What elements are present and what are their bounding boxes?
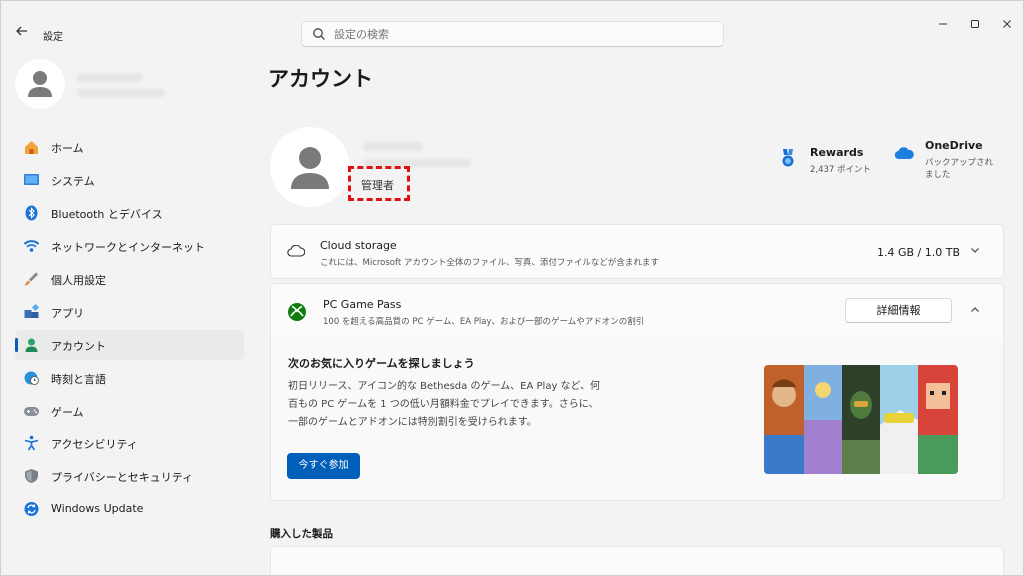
app-title: 設定	[43, 32, 63, 43]
minimize-button[interactable]	[930, 16, 956, 34]
purchased-section-title: 購入した製品	[270, 528, 333, 540]
sidebar-item-label: アプリ	[51, 307, 84, 320]
sidebar-item-accounts[interactable]: アカウント	[15, 330, 244, 360]
sidebar-item-label: アカウント	[51, 340, 106, 353]
game-pass-description: 100 を超える高品質の PC ゲーム、EA Play、および一部のゲームやアド…	[323, 317, 645, 327]
game-pass-body: 初日リリース、アイコン的な Bethesda のゲーム、EA Play など、何…	[288, 381, 601, 428]
sidebar-item-label: プライバシーとセキュリティ	[51, 471, 194, 484]
user-avatar-icon	[28, 71, 52, 97]
sidebar-item-label: ゲーム	[51, 406, 84, 419]
cloud-icon	[287, 245, 305, 257]
account-avatar[interactable]	[270, 127, 350, 207]
details-button[interactable]: 詳細情報	[845, 298, 952, 323]
purchased-products-card[interactable]	[270, 546, 1004, 575]
sidebar-item-bluetooth[interactable]: Bluetooth とデバイス	[15, 198, 244, 228]
game-collage-image	[764, 365, 958, 474]
cloud-storage-card[interactable]: Cloud storage これには、Microsoft アカウント全体のファイ…	[270, 224, 1004, 279]
user-avatar-icon	[291, 147, 329, 189]
sidebar-item-label: 個人用設定	[51, 274, 106, 287]
sidebar-item-gaming[interactable]: ゲーム	[15, 396, 244, 426]
sidebar-item-windows-update[interactable]: Windows Update	[15, 494, 244, 524]
sidebar-item-accessibility[interactable]: アクセシビリティ	[15, 428, 244, 458]
system-icon	[24, 174, 39, 185]
sidebar-item-label: Windows Update	[51, 502, 144, 515]
blurred-account-name	[363, 142, 423, 151]
apps-icon	[24, 304, 40, 318]
wifi-icon	[23, 240, 40, 252]
sidebar-item-apps[interactable]: アプリ	[15, 297, 244, 327]
sidebar-item-label: システム	[51, 175, 95, 188]
back-arrow-svg	[16, 26, 27, 36]
search-input[interactable]	[334, 26, 704, 43]
sidebar-item-time-language[interactable]: 時刻と言語	[15, 363, 244, 393]
game-pass-title: PC Game Pass	[323, 298, 402, 311]
blurred-user-name	[77, 73, 143, 82]
rewards-points: 2,437 ポイント	[810, 165, 872, 175]
minimize-icon	[939, 23, 947, 25]
page-title: アカウント	[268, 67, 373, 91]
brush-icon	[24, 272, 38, 286]
settings-window: 設定 ホーム システム Bluetooth とデバイス ネットワークとインタ	[0, 0, 1024, 576]
account-icon	[25, 338, 38, 352]
xbox-icon	[288, 303, 306, 321]
rewards-medal-icon	[782, 149, 794, 167]
search-icon	[313, 28, 325, 40]
back-arrow-icon[interactable]	[11, 23, 33, 45]
accessibility-icon	[24, 435, 39, 451]
sidebar-item-network[interactable]: ネットワークとインターネット	[15, 231, 244, 261]
sidebar-item-personalization[interactable]: 個人用設定	[15, 264, 244, 294]
cloud-storage-description: これには、Microsoft アカウント全体のファイル、写真、添付ファイルなどが…	[320, 258, 659, 268]
globe-clock-icon	[24, 371, 39, 385]
sidebar-item-label: 時刻と言語	[51, 373, 106, 386]
sidebar-item-label: ネットワークとインターネット	[51, 241, 205, 254]
cloud-storage-usage: 1.4 GB / 1.0 TB	[877, 246, 961, 259]
search-box[interactable]	[301, 21, 724, 47]
blurred-user-email	[77, 89, 165, 97]
home-icon	[25, 141, 38, 154]
close-icon	[1003, 20, 1011, 28]
account-type-label: 管理者	[361, 179, 394, 192]
cloud-storage-title: Cloud storage	[320, 239, 397, 252]
title-bar: 設定	[1, 1, 1023, 47]
chevron-up-icon[interactable]	[968, 305, 982, 319]
onedrive-status: バックアップされました	[925, 158, 994, 180]
maximize-icon	[971, 20, 979, 28]
maximize-button[interactable]	[962, 16, 988, 34]
rewards-title: Rewards	[810, 146, 864, 159]
shield-icon	[25, 469, 38, 483]
gamepad-icon	[24, 407, 39, 416]
onedrive-title: OneDrive	[925, 139, 983, 152]
chevron-down-svg	[971, 248, 979, 253]
sidebar-item-label: Bluetooth とデバイス	[51, 208, 163, 221]
selection-indicator	[15, 338, 18, 352]
onedrive-cloud-icon	[894, 147, 914, 160]
game-pass-artwork	[764, 365, 958, 474]
sidebar-item-home[interactable]: ホーム	[15, 132, 244, 162]
avatar[interactable]	[15, 59, 65, 109]
close-button[interactable]	[994, 16, 1020, 34]
game-pass-heading: 次のお気に入りゲームを探しましょう	[288, 357, 475, 370]
sidebar-item-label: ホーム	[51, 142, 84, 155]
chevron-down-icon[interactable]	[968, 245, 982, 259]
join-now-button[interactable]: 今すぐ参加	[287, 453, 360, 479]
sidebar-item-system[interactable]: システム	[15, 165, 244, 195]
update-icon	[24, 502, 39, 516]
chevron-up-svg	[971, 307, 979, 312]
bluetooth-icon	[25, 205, 38, 221]
sidebar-item-label: アクセシビリティ	[51, 438, 138, 451]
sidebar-item-privacy[interactable]: プライバシーとセキュリティ	[15, 461, 244, 491]
